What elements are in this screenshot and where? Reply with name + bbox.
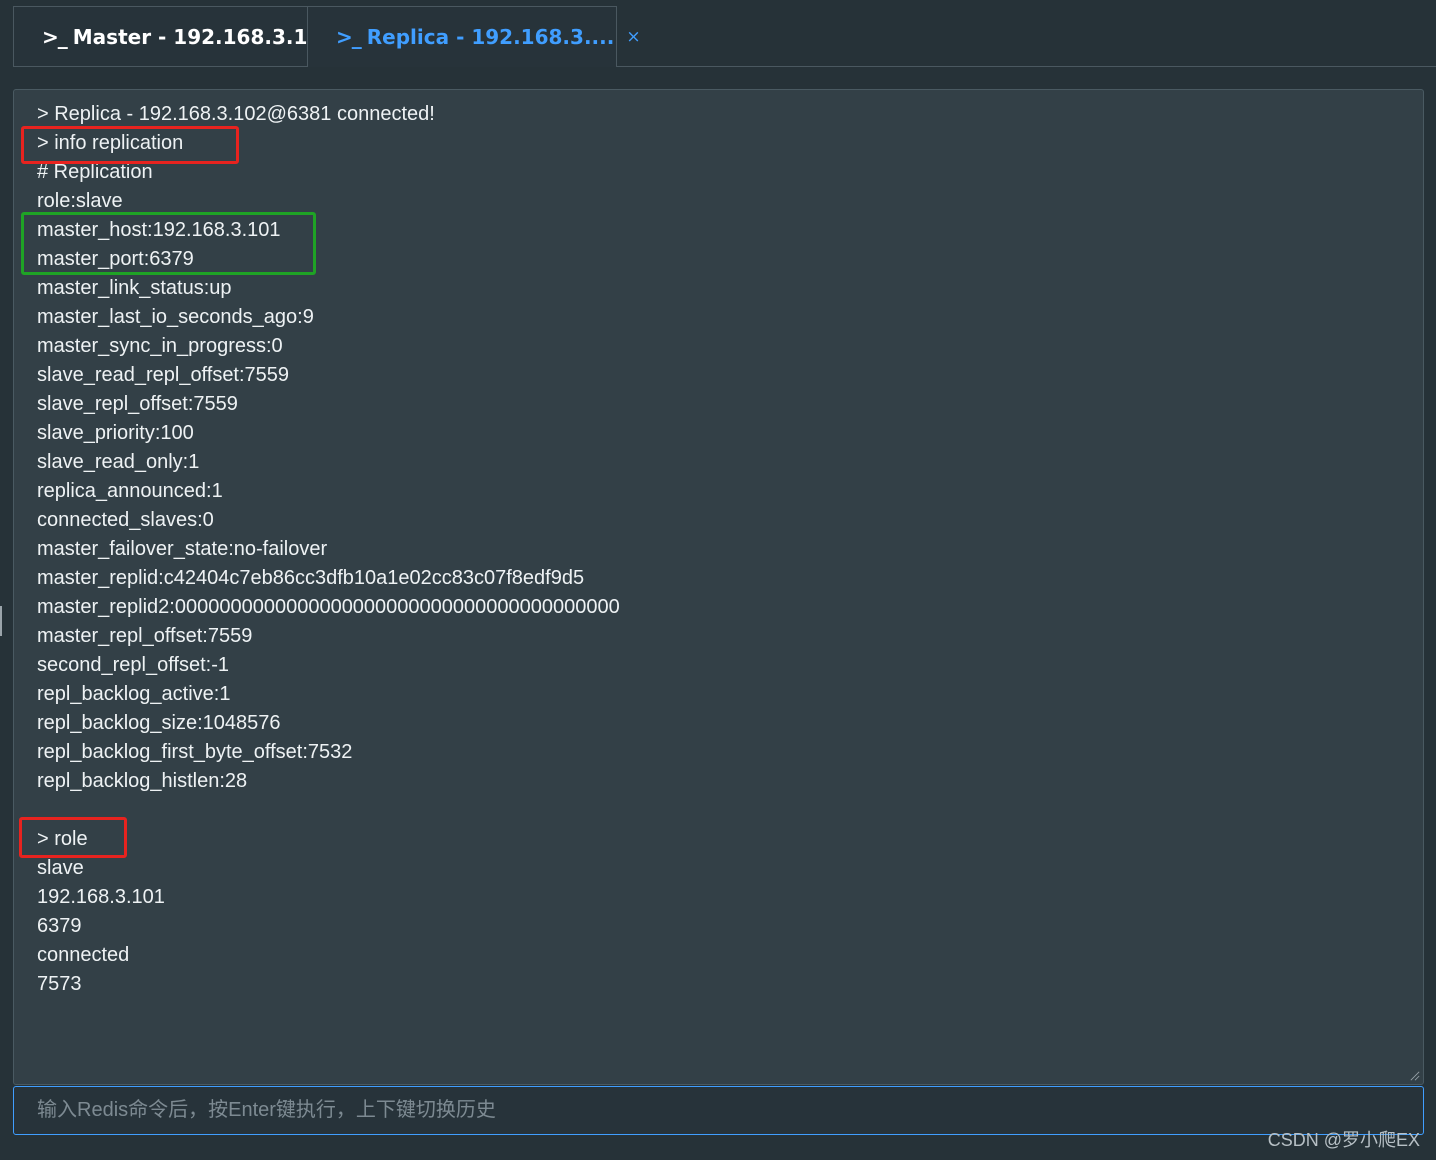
- console-line: master_sync_in_progress:0: [37, 335, 283, 357]
- console-line: slave_repl_offset:7559: [37, 393, 238, 415]
- console-line: connected: [37, 944, 130, 966]
- console-line: slave: [37, 857, 84, 879]
- console-line: master_replid2:0000000000000000000000000…: [37, 596, 620, 618]
- console-line: 6379: [37, 915, 82, 937]
- console-line: repl_backlog_first_byte_offset:7532: [37, 741, 353, 763]
- console-line: replica_announced:1: [37, 480, 223, 502]
- tab-bar-divider: [13, 66, 308, 67]
- console-line: 192.168.3.101: [37, 886, 165, 908]
- console-line: slave_read_repl_offset:7559: [37, 364, 290, 386]
- watermark: CSDN @罗小爬EX: [1267, 1130, 1420, 1150]
- tab-replica[interactable]: >_ Replica - 192.168.3.... ×: [307, 6, 641, 67]
- console-line: master_failover_state:no-failover: [37, 538, 328, 560]
- tab-master[interactable]: >_ Master - 192.168.3.1...: [13, 6, 330, 66]
- console-line: # Replication: [37, 161, 153, 183]
- console-line: master_port:6379: [37, 248, 194, 270]
- tab-bar: >_ Master - 192.168.3.1... >_ Replica - …: [0, 0, 1436, 67]
- console-line: repl_backlog_active:1: [37, 683, 231, 705]
- console-line: master_repl_offset:7559: [37, 625, 253, 647]
- console-line: repl_backlog_size:1048576: [37, 712, 281, 734]
- command-input[interactable]: [13, 1086, 1424, 1135]
- terminal-icon: >_: [42, 24, 68, 49]
- close-icon[interactable]: ×: [626, 27, 640, 47]
- console-line: slave_priority:100: [37, 422, 194, 444]
- console-line: > Replica - 192.168.3.102@6381 connected…: [37, 103, 435, 125]
- console-line: second_repl_offset:-1: [37, 654, 229, 676]
- console-line: > role: [37, 828, 88, 850]
- console-line: role:slave: [37, 190, 123, 212]
- scroll-edge-marker: [0, 606, 2, 636]
- tab-label: Master - 192.168.3.1...: [72, 24, 331, 49]
- resize-handle-icon[interactable]: [1410, 1071, 1420, 1081]
- console-line: connected_slaves:0: [37, 509, 214, 531]
- console-line: > info replication: [37, 132, 184, 154]
- console-line: repl_backlog_histlen:28: [37, 770, 248, 792]
- console-line: 7573: [37, 973, 82, 995]
- console-output[interactable]: > Replica - 192.168.3.102@6381 connected…: [13, 89, 1424, 1085]
- tab-label: Replica - 192.168.3....: [366, 25, 615, 49]
- console-line: slave_read_only:1: [37, 451, 200, 473]
- tab-bar-divider: [616, 66, 1436, 67]
- console-line: master_last_io_seconds_ago:9: [37, 306, 314, 328]
- console-line: master_link_status:up: [37, 277, 232, 299]
- terminal-icon: >_: [336, 25, 362, 49]
- console-line: master_host:192.168.3.101: [37, 219, 281, 241]
- console-line: master_replid:c42404c7eb86cc3dfb10a1e02c…: [37, 567, 585, 589]
